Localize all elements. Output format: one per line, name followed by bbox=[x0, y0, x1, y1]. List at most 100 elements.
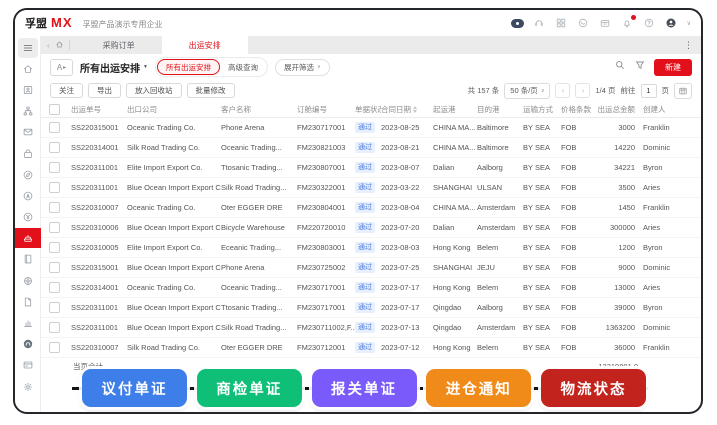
helm-icon[interactable] bbox=[18, 271, 38, 291]
page-size-select[interactable]: 50 条/页∨ bbox=[504, 83, 550, 99]
menu-icon[interactable] bbox=[18, 38, 38, 58]
table-cell: FOB bbox=[561, 143, 593, 152]
finance-icon[interactable] bbox=[18, 207, 38, 227]
goto-page-input[interactable] bbox=[641, 84, 657, 98]
action-button[interactable]: 关注 bbox=[50, 83, 83, 98]
column-settings-icon[interactable] bbox=[674, 83, 692, 99]
table-cell: 通过 bbox=[355, 142, 381, 152]
row-checkbox[interactable] bbox=[49, 222, 60, 233]
row-checkbox[interactable] bbox=[49, 182, 60, 193]
sort-icon[interactable] bbox=[413, 106, 417, 113]
row-checkbox[interactable] bbox=[49, 342, 60, 353]
table-row[interactable]: SS220310005Elite Import Export Co.Eceani… bbox=[41, 238, 701, 258]
row-checkbox[interactable] bbox=[49, 142, 60, 153]
table-row[interactable]: SS220314001Oceanic Trading Co.Oceanic Tr… bbox=[41, 278, 701, 298]
row-checkbox[interactable] bbox=[49, 162, 60, 173]
settings-icon[interactable] bbox=[18, 377, 38, 397]
table-cell: SS220314001 bbox=[71, 283, 127, 292]
compass-icon[interactable] bbox=[18, 165, 38, 185]
tab-purchase-orders[interactable]: 采购订单 bbox=[76, 36, 162, 54]
table-cell: 2023-08-07 bbox=[381, 163, 433, 172]
tab-overflow-icon[interactable]: ⋮ bbox=[677, 40, 701, 51]
filter-icon[interactable] bbox=[634, 58, 646, 76]
archive-icon[interactable] bbox=[599, 17, 612, 30]
avatar[interactable] bbox=[665, 17, 678, 30]
table-row[interactable]: SS220310007Silk Road Trading Co.Oter EGG… bbox=[41, 338, 701, 358]
table-row[interactable]: SS220311001Elite Import Export Co.Ttosan… bbox=[41, 158, 701, 178]
reports-icon[interactable] bbox=[18, 313, 38, 333]
table-row[interactable]: SS220311001Blue Ocean Import Export Co.S… bbox=[41, 318, 701, 338]
table-row[interactable]: SS220311001Blue Ocean Import Export Co.T… bbox=[41, 298, 701, 318]
headset-icon[interactable] bbox=[533, 17, 546, 30]
bell-icon[interactable] bbox=[621, 17, 634, 30]
shipping-icon[interactable] bbox=[15, 228, 41, 248]
table-row[interactable]: SS220315001Oceanic Trading Co.Phone Aren… bbox=[41, 118, 701, 138]
tab-shipping-plans[interactable]: 出运安排 bbox=[162, 36, 248, 54]
workflow-button[interactable]: 报关单证 bbox=[312, 369, 417, 407]
chevron-down-icon[interactable]: ∨ bbox=[687, 20, 691, 27]
workflow-button[interactable]: 进仓通知 bbox=[426, 369, 531, 407]
help-icon[interactable] bbox=[643, 17, 656, 30]
table-row[interactable]: SS220310007Oceanic Trading Co.Oter EGGER… bbox=[41, 198, 701, 218]
action-button[interactable]: 放入回收站 bbox=[126, 83, 182, 98]
advanced-query-button[interactable]: 高级查询 bbox=[220, 60, 266, 74]
table-cell: BY SEA bbox=[523, 223, 561, 232]
home-icon[interactable] bbox=[18, 59, 38, 79]
table-row[interactable]: SS220310006Blue Ocean Import Export Co.B… bbox=[41, 218, 701, 238]
documents-icon[interactable] bbox=[18, 292, 38, 312]
table-cell: 34221 bbox=[593, 163, 643, 172]
table-row[interactable]: SS220315001Blue Ocean Import Export Co.P… bbox=[41, 258, 701, 278]
service-icon[interactable] bbox=[18, 334, 38, 354]
products-icon[interactable] bbox=[18, 249, 38, 269]
row-checkbox[interactable] bbox=[49, 202, 60, 213]
eye-badge-icon[interactable] bbox=[511, 17, 524, 30]
action-button[interactable]: 导出 bbox=[88, 83, 121, 98]
table-cell: 300000 bbox=[593, 223, 643, 232]
search-icon[interactable] bbox=[614, 58, 626, 76]
apps-grid-icon[interactable] bbox=[555, 17, 568, 30]
table-row[interactable]: SS220311001Blue Ocean Import Export Co.S… bbox=[41, 178, 701, 198]
org-tree-icon[interactable] bbox=[18, 101, 38, 121]
mail-icon[interactable] bbox=[18, 122, 38, 142]
table-cell: CHINA MA... bbox=[433, 203, 477, 212]
workflow-button[interactable]: 议付单证 bbox=[82, 369, 187, 407]
table-cell: Franklin bbox=[643, 123, 681, 132]
table-cell: FM220720010 bbox=[297, 223, 355, 232]
create-button[interactable]: 新建 bbox=[654, 59, 692, 76]
table-cell: Qingdao bbox=[433, 303, 477, 312]
home-tab-icon[interactable] bbox=[55, 40, 64, 51]
table-cell: SHANGHAI bbox=[433, 183, 477, 192]
status-badge: 通过 bbox=[355, 302, 375, 312]
table-cell: Dalian bbox=[433, 163, 477, 172]
expand-filter-button[interactable]: 展开筛选∨ bbox=[275, 59, 330, 76]
row-checkbox-cell bbox=[49, 122, 71, 133]
workflow-button[interactable]: 物流状态 bbox=[541, 369, 646, 407]
id-card-icon[interactable] bbox=[18, 355, 38, 375]
prev-page-button[interactable]: ‹ bbox=[555, 83, 570, 98]
action-button[interactable]: 批量修改 bbox=[187, 83, 235, 98]
column-header[interactable]: 合同日期 bbox=[381, 104, 433, 115]
column-header: 价格条款 bbox=[561, 104, 593, 115]
table-row[interactable]: SS220314001Silk Road Trading Co.Oceanic … bbox=[41, 138, 701, 158]
view-pill-button[interactable]: 所有出运安排 bbox=[157, 59, 220, 75]
row-checkbox[interactable] bbox=[49, 122, 60, 133]
scope-selector[interactable]: 所有出运安排▼ bbox=[80, 60, 148, 75]
screen: 孚盟 MX 孚盟产品演示专用企业 ∨ bbox=[0, 0, 717, 425]
row-checkbox[interactable] bbox=[49, 322, 60, 333]
table-cell: 2023-08-21 bbox=[381, 143, 433, 152]
table-cell: SS220314001 bbox=[71, 143, 127, 152]
view-mode-button[interactable]: A▸ bbox=[50, 59, 73, 76]
marketing-icon[interactable] bbox=[18, 186, 38, 206]
next-page-button[interactable]: › bbox=[575, 83, 590, 98]
row-checkbox[interactable] bbox=[49, 262, 60, 273]
row-checkbox[interactable] bbox=[49, 302, 60, 313]
back-chevron-icon[interactable]: ‹ bbox=[47, 41, 50, 50]
table-cell: FOB bbox=[561, 183, 593, 192]
row-checkbox[interactable] bbox=[49, 242, 60, 253]
select-all-checkbox[interactable] bbox=[49, 104, 60, 115]
row-checkbox[interactable] bbox=[49, 282, 60, 293]
purchase-icon[interactable] bbox=[18, 144, 38, 164]
workflow-button[interactable]: 商检单证 bbox=[197, 369, 302, 407]
contacts-icon[interactable] bbox=[18, 80, 38, 100]
support-chat-icon[interactable] bbox=[577, 17, 590, 30]
